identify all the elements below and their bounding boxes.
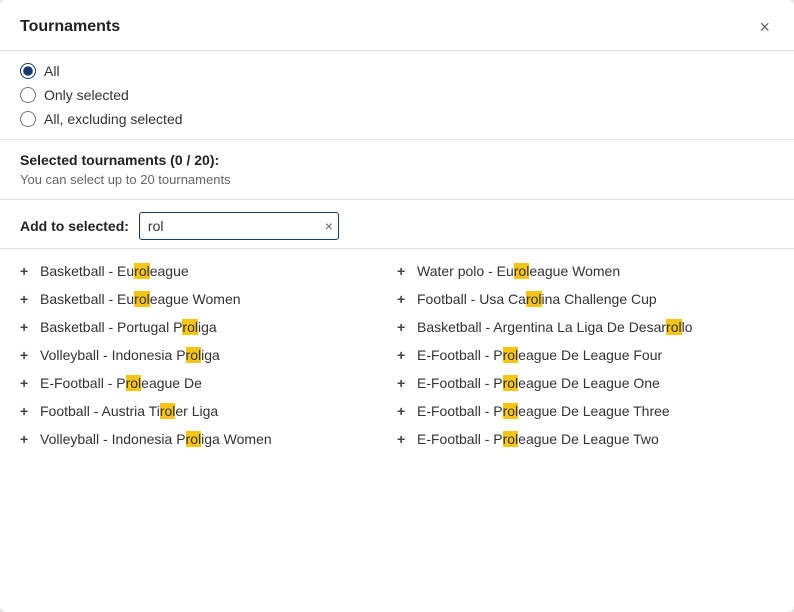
list-item[interactable]: + E-Football - Proleague De League Four — [397, 341, 774, 369]
list-item[interactable]: + Football - Austria Tiroler Liga — [20, 397, 397, 425]
radio-all[interactable]: All — [20, 63, 774, 79]
result-item-text: E-Football - Proleague De — [40, 375, 202, 391]
list-item[interactable]: + E-Football - Proleague De League One — [397, 369, 774, 397]
close-button[interactable]: × — [755, 16, 774, 38]
search-wrapper: × — [139, 212, 339, 240]
radio-all-excluding[interactable]: All, excluding selected — [20, 111, 774, 127]
result-item-text: Basketball - Euroleague Women — [40, 291, 241, 307]
result-item-text: E-Football - Proleague De League Two — [417, 431, 659, 447]
result-item-text: Basketball - Portugal Proliga — [40, 319, 217, 335]
radio-only-selected[interactable]: Only selected — [20, 87, 774, 103]
result-item-text: Football - Usa Carolina Challenge Cup — [417, 291, 657, 307]
list-item[interactable]: + Basketball - Euroleague Women — [20, 285, 397, 313]
radio-all-excluding-input[interactable] — [20, 111, 36, 127]
result-item-text: Basketball - Euroleague — [40, 263, 189, 279]
list-item[interactable]: + Basketball - Euroleague — [20, 257, 397, 285]
add-plus-icon: + — [397, 347, 409, 363]
selected-section: Selected tournaments (0 / 20): You can s… — [0, 140, 794, 200]
add-plus-icon: + — [397, 319, 409, 335]
selected-hint: You can select up to 20 tournaments — [20, 172, 774, 187]
list-item[interactable]: + Football - Usa Carolina Challenge Cup — [397, 285, 774, 313]
list-item[interactable]: + Volleyball - Indonesia Proliga Women — [20, 425, 397, 453]
search-input[interactable] — [139, 212, 339, 240]
add-plus-icon: + — [20, 347, 32, 363]
dialog-header: Tournaments × — [0, 0, 794, 51]
results-section: + Basketball - Euroleague + Basketball - Eu… — [0, 249, 794, 469]
list-item[interactable]: + E-Football - Proleague De — [20, 369, 397, 397]
add-plus-icon: + — [20, 263, 32, 279]
add-plus-icon: + — [397, 431, 409, 447]
list-item[interactable]: + Basketball - Portugal Proliga — [20, 313, 397, 341]
list-item[interactable]: + Volleyball - Indonesia Proliga — [20, 341, 397, 369]
result-item-text: Volleyball - Indonesia Proliga Women — [40, 431, 272, 447]
radio-all-input[interactable] — [20, 63, 36, 79]
add-plus-icon: + — [397, 403, 409, 419]
radio-only-selected-input[interactable] — [20, 87, 36, 103]
radio-all-excluding-label: All, excluding selected — [44, 111, 183, 127]
result-item-text: E-Football - Proleague De League Four — [417, 347, 662, 363]
result-item-text: Basketball - Argentina La Liga De Desarr… — [417, 319, 693, 335]
result-item-text: Volleyball - Indonesia Proliga — [40, 347, 220, 363]
radio-all-label: All — [44, 63, 60, 79]
add-plus-icon: + — [20, 319, 32, 335]
radio-only-selected-label: Only selected — [44, 87, 129, 103]
add-plus-icon: + — [397, 291, 409, 307]
add-plus-icon: + — [397, 263, 409, 279]
add-plus-icon: + — [397, 375, 409, 391]
add-plus-icon: + — [20, 403, 32, 419]
list-item[interactable]: + Water polo - Euroleague Women — [397, 257, 774, 285]
add-label: Add to selected: — [20, 218, 129, 234]
list-item[interactable]: + E-Football - Proleague De League Two — [397, 425, 774, 453]
add-plus-icon: + — [20, 431, 32, 447]
list-item[interactable]: + E-Football - Proleague De League Three — [397, 397, 774, 425]
dialog-title: Tournaments — [20, 18, 120, 36]
clear-button[interactable]: × — [325, 219, 333, 233]
add-plus-icon: + — [20, 291, 32, 307]
result-item-text: Water polo - Euroleague Women — [417, 263, 620, 279]
result-item-text: E-Football - Proleague De League One — [417, 375, 660, 391]
add-section: Add to selected: × — [0, 200, 794, 249]
results-left-col: + Basketball - Euroleague + Basketball - Eu… — [20, 257, 397, 453]
add-plus-icon: + — [20, 375, 32, 391]
selected-title: Selected tournaments (0 / 20): — [20, 152, 774, 168]
result-item-text: Football - Austria Tiroler Liga — [40, 403, 218, 419]
results-right-col: + Water polo - Euroleague Women + Football … — [397, 257, 774, 453]
radio-section: All Only selected All, excluding selecte… — [0, 51, 794, 140]
list-item[interactable]: + Basketball - Argentina La Liga De Desar… — [397, 313, 774, 341]
tournaments-dialog: Tournaments × All Only selected All, exc… — [0, 0, 794, 612]
result-item-text: E-Football - Proleague De League Three — [417, 403, 670, 419]
